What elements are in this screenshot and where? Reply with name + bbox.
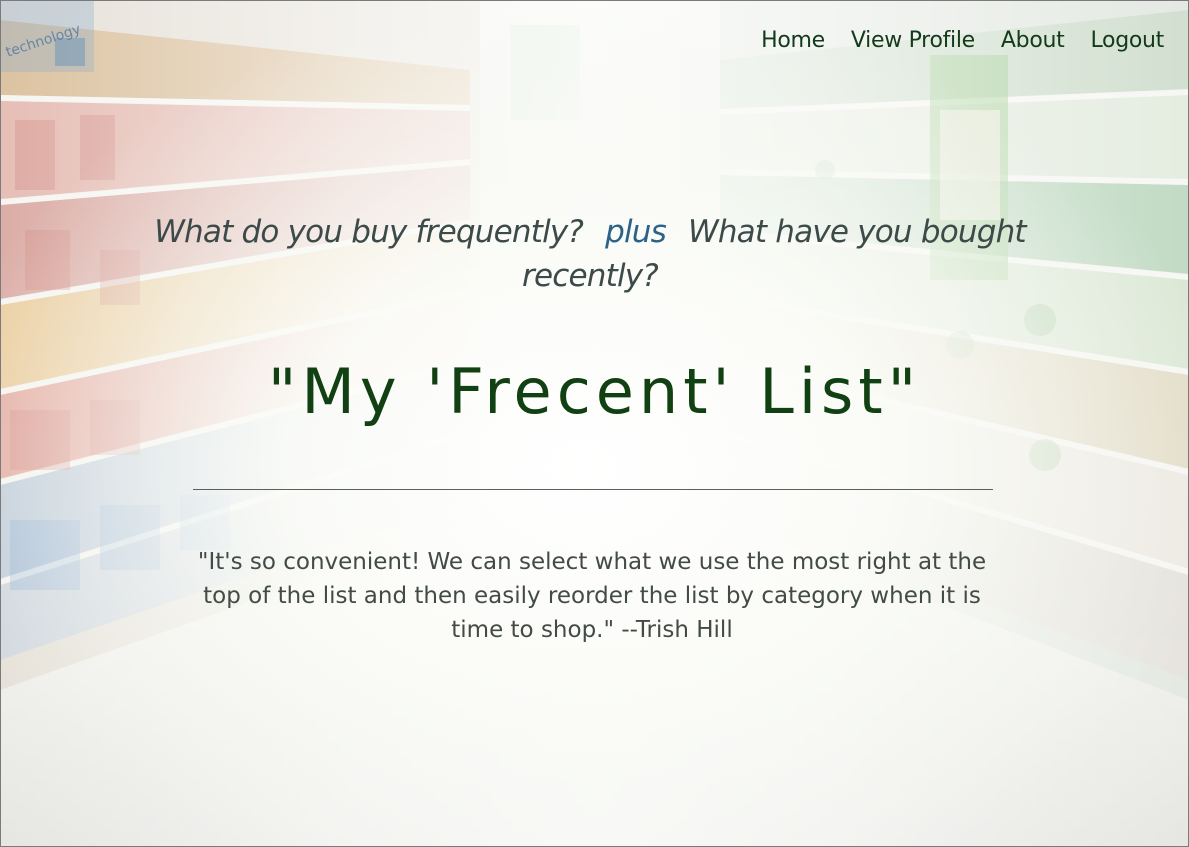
tagline-question-recently: What have you bought recently?	[522, 214, 1027, 294]
hero-tagline: What do you buy frequently? plus What have…	[140, 210, 1040, 298]
nav-link-home[interactable]: Home	[748, 26, 838, 55]
tagline-question-frequently: What do you buy frequently?	[154, 214, 584, 250]
page-title: "My 'Frecent' List"	[267, 355, 922, 428]
tagline-plus: plus	[605, 214, 667, 250]
nav-link-about[interactable]: About	[988, 26, 1078, 55]
nav-link-logout[interactable]: Logout	[1077, 26, 1177, 55]
testimonial-quote: "It's so convenient! We can select what …	[197, 549, 987, 643]
divider	[193, 489, 993, 490]
top-navigation: Home View Profile About Logout	[748, 26, 1177, 55]
nav-link-view-profile[interactable]: View Profile	[838, 26, 988, 55]
technology-badge-logo: technology	[0, 0, 94, 72]
